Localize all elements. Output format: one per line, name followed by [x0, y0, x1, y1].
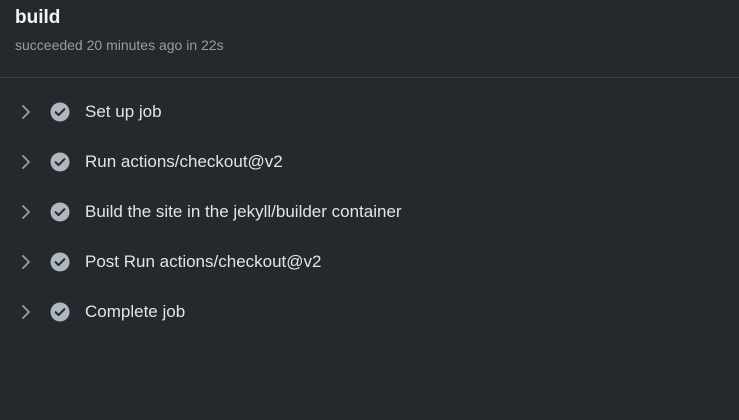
check-circle-icon — [50, 152, 70, 172]
step-label: Run actions/checkout@v2 — [85, 152, 283, 171]
check-circle-icon — [50, 302, 70, 322]
check-circle-icon — [50, 252, 70, 272]
step-list: Set up job Run actions/checkout@v2 Build… — [0, 78, 739, 337]
job-log-panel: build succeeded 20 minutes ago in 22s Se… — [0, 0, 739, 420]
job-status: succeeded 20 minutes ago in 22s — [15, 37, 224, 53]
step-run-checkout[interactable]: Run actions/checkout@v2 — [0, 137, 739, 187]
step-label: Set up job — [85, 102, 162, 121]
step-post-run-checkout[interactable]: Post Run actions/checkout@v2 — [0, 237, 739, 287]
step-complete-job[interactable]: Complete job — [0, 287, 739, 337]
step-label: Complete job — [85, 302, 186, 321]
chevron-right-icon[interactable] — [18, 104, 34, 120]
job-title: build — [15, 7, 61, 28]
chevron-right-icon[interactable] — [18, 254, 34, 270]
step-label: Post Run actions/checkout@v2 — [85, 252, 322, 271]
step-build-site[interactable]: Build the site in the jekyll/builder con… — [0, 187, 739, 237]
check-circle-icon — [50, 102, 70, 122]
chevron-right-icon[interactable] — [18, 204, 34, 220]
step-set-up-job[interactable]: Set up job — [0, 87, 739, 137]
chevron-right-icon[interactable] — [18, 304, 34, 320]
check-circle-icon — [50, 202, 70, 222]
step-label: Build the site in the jekyll/builder con… — [85, 202, 402, 221]
job-header: build succeeded 20 minutes ago in 22s — [0, 0, 739, 78]
chevron-right-icon[interactable] — [18, 154, 34, 170]
